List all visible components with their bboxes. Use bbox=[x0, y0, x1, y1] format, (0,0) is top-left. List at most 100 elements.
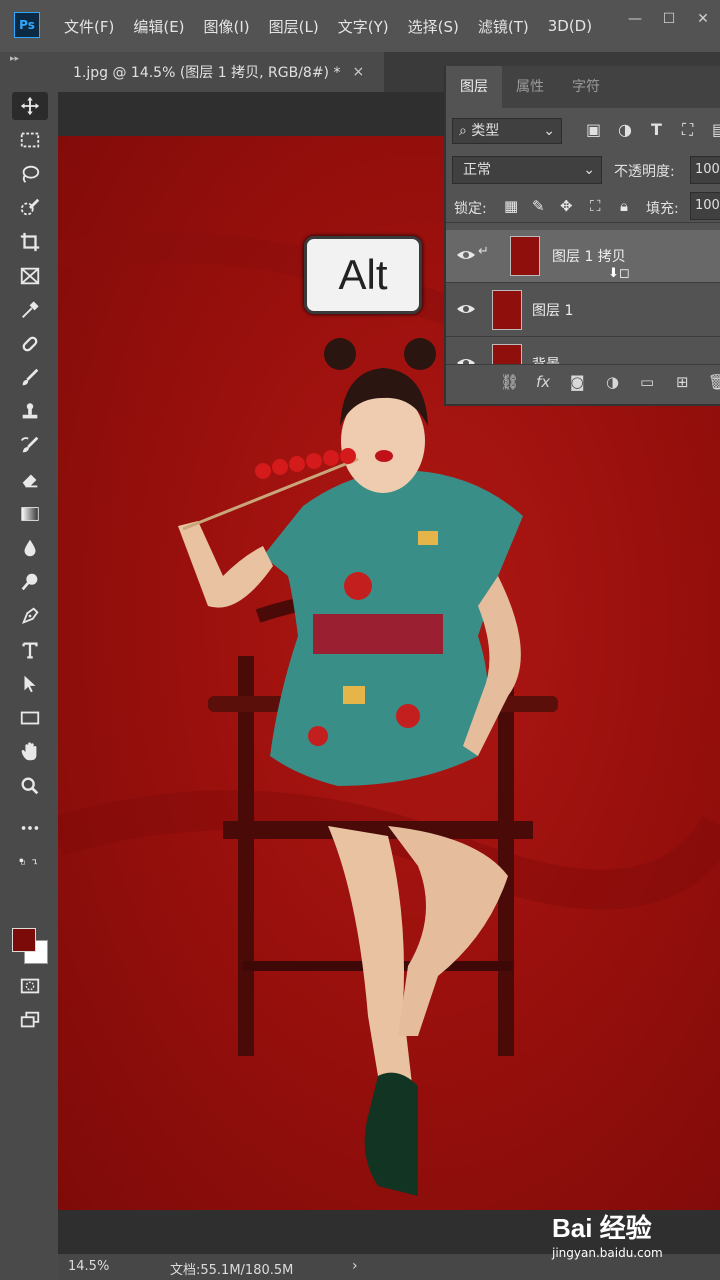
document-tab-title: 1.jpg @ 14.5% (图层 1 拷贝, RGB/8#) * bbox=[73, 65, 341, 81]
layers-panel: 图层 属性 字符 ⌕ 类型 ⌄ ▣ ◑ T ⛶ ▤ 正常 ⌄ 不透明度: 100… bbox=[444, 66, 720, 406]
menu-image[interactable]: 图像(I) bbox=[204, 16, 250, 37]
smart-object-filter-icon[interactable]: ▤ bbox=[712, 120, 720, 139]
maximize-button[interactable]: ☐ bbox=[652, 0, 686, 40]
panel-grip-icon[interactable]: ▸▸ bbox=[10, 54, 19, 64]
layer-thumbnail bbox=[492, 290, 522, 330]
fill-input[interactable]: 100% bbox=[690, 192, 720, 220]
window-controls: — ☐ ✕ bbox=[618, 0, 720, 40]
type-tool-icon[interactable] bbox=[12, 636, 48, 664]
watermark-url: jingyan.baidu.com bbox=[552, 1246, 663, 1260]
quick-select-tool-icon[interactable] bbox=[12, 194, 48, 222]
menu-select[interactable]: 选择(S) bbox=[408, 16, 459, 37]
document-size: 文档:55.1M/180.5M bbox=[170, 1263, 294, 1278]
layer-thumbnail bbox=[510, 236, 540, 276]
layers-panel-footer: ⛓ fx ◙ ◑ ▭ ⊞ 🗑︎ bbox=[446, 364, 720, 399]
brush-tool-icon[interactable] bbox=[12, 364, 48, 392]
menu-filter[interactable]: 滤镜(T) bbox=[478, 16, 529, 37]
swap-colors-icon[interactable] bbox=[6, 848, 52, 876]
baidu-watermark: Bai 经验 jingyan.baidu.com bbox=[552, 1198, 720, 1264]
layer-name[interactable]: 图层 1 bbox=[532, 300, 573, 320]
lock-transparent-icon[interactable]: ▦ bbox=[504, 197, 518, 215]
new-group-icon[interactable]: ▭ bbox=[640, 373, 654, 391]
opacity-label: 不透明度: bbox=[614, 164, 675, 180]
layer-row[interactable]: ↵ 图层 1 拷贝 ⬇︎◻ bbox=[446, 230, 720, 283]
layer-filter-select[interactable]: ⌕ 类型 ⌄ bbox=[452, 118, 562, 144]
menu-layer[interactable]: 图层(L) bbox=[269, 16, 319, 37]
frame-tool-icon[interactable] bbox=[12, 262, 48, 290]
foreground-color-swatch[interactable] bbox=[12, 928, 36, 952]
shape-filter-icon[interactable]: ⛶ bbox=[682, 120, 693, 140]
opacity-input[interactable]: 100% bbox=[690, 156, 720, 184]
menu-type[interactable]: 文字(Y) bbox=[338, 16, 389, 37]
more-tools-icon[interactable] bbox=[12, 814, 48, 842]
filter-value: 类型 bbox=[471, 123, 500, 139]
path-select-tool-icon[interactable] bbox=[12, 670, 48, 698]
image-filter-icon[interactable]: ▣ bbox=[586, 120, 601, 139]
panel-tabs: 图层 属性 字符 bbox=[446, 66, 720, 108]
fx-icon[interactable]: fx bbox=[536, 373, 550, 391]
tab-layers[interactable]: 图层 bbox=[446, 66, 502, 108]
minimize-button[interactable]: — bbox=[618, 0, 652, 40]
dodge-tool-icon[interactable] bbox=[12, 568, 48, 596]
layer-filter-row: ⌕ 类型 ⌄ ▣ ◑ T ⛶ ▤ bbox=[446, 114, 720, 148]
lock-all-icon[interactable]: 🔒︎ bbox=[620, 197, 628, 215]
rectangle-tool-icon[interactable] bbox=[12, 704, 48, 732]
photoshop-logo[interactable]: Ps bbox=[14, 12, 40, 38]
chevron-down-icon: ⌄ bbox=[583, 162, 595, 178]
type-filter-icon[interactable]: T bbox=[651, 120, 662, 139]
search-icon: ⌕ bbox=[459, 123, 472, 139]
crop-tool-icon[interactable] bbox=[12, 228, 48, 256]
eyedropper-tool-icon[interactable] bbox=[12, 296, 48, 324]
link-layers-icon[interactable]: ⛓ bbox=[500, 373, 519, 391]
menu-edit[interactable]: 编辑(E) bbox=[133, 16, 184, 37]
menu-3d[interactable]: 3D(D) bbox=[548, 17, 592, 35]
adjustment-filter-icon[interactable]: ◑ bbox=[618, 120, 632, 139]
layer-row[interactable]: 图层 1 bbox=[446, 284, 720, 337]
lock-artboard-icon[interactable]: ⛶ bbox=[590, 197, 601, 215]
new-layer-icon[interactable]: ⊞ bbox=[676, 373, 689, 391]
blend-mode-value: 正常 bbox=[463, 162, 491, 178]
marquee-tool-icon[interactable] bbox=[12, 126, 48, 154]
pen-tool-icon[interactable] bbox=[12, 602, 48, 630]
chevron-down-icon: ⌄ bbox=[543, 123, 555, 139]
lock-row: 锁定: ▦ ✎ ✥ ⛶ 🔒︎ 填充: 100% bbox=[446, 190, 720, 223]
fill-label: 填充: bbox=[646, 201, 679, 217]
eye-icon[interactable] bbox=[456, 301, 476, 317]
layer-name[interactable]: 图层 1 拷贝 bbox=[552, 246, 626, 266]
quick-mask-icon[interactable] bbox=[12, 972, 48, 1000]
gradient-tool-icon[interactable] bbox=[12, 500, 48, 528]
status-menu-arrow-icon[interactable]: › bbox=[352, 1258, 358, 1274]
adjustment-layer-icon[interactable]: ◑ bbox=[606, 373, 619, 391]
lock-position-icon[interactable]: ✥ bbox=[560, 197, 573, 215]
add-mask-icon[interactable]: ◙ bbox=[570, 373, 585, 391]
screen-mode-icon[interactable] bbox=[12, 1006, 48, 1034]
zoom-tool-icon[interactable] bbox=[12, 772, 48, 800]
close-button[interactable]: ✕ bbox=[686, 0, 720, 40]
clip-arrow-icon: ↵ bbox=[478, 244, 489, 259]
move-tool-icon[interactable] bbox=[12, 92, 48, 120]
lasso-tool-icon[interactable] bbox=[12, 160, 48, 188]
menu-items: 文件(F) 编辑(E) 图像(I) 图层(L) 文字(Y) 选择(S) 滤镜(T… bbox=[64, 0, 611, 52]
blend-mode-select[interactable]: 正常 ⌄ bbox=[452, 156, 602, 184]
close-tab-icon[interactable]: × bbox=[352, 64, 364, 80]
watermark-logo: Bai 经验 bbox=[552, 1213, 652, 1243]
history-brush-tool-icon[interactable] bbox=[12, 432, 48, 460]
eraser-tool-icon[interactable] bbox=[12, 466, 48, 494]
clone-stamp-tool-icon[interactable] bbox=[12, 398, 48, 426]
lock-pixels-icon[interactable]: ✎ bbox=[532, 197, 545, 215]
tools-panel: ▸▸ bbox=[0, 52, 58, 1280]
hand-tool-icon[interactable] bbox=[12, 738, 48, 766]
menu-file[interactable]: 文件(F) bbox=[64, 16, 114, 37]
zoom-level[interactable]: 14.5% bbox=[68, 1259, 109, 1274]
eye-icon[interactable] bbox=[456, 247, 476, 263]
document-tab[interactable]: 1.jpg @ 14.5% (图层 1 拷贝, RGB/8#) * × bbox=[58, 52, 384, 92]
tab-character[interactable]: 字符 bbox=[558, 66, 614, 108]
blur-tool-icon[interactable] bbox=[12, 534, 48, 562]
clip-cursor-icon: ⬇︎◻ bbox=[608, 266, 630, 281]
menu-bar: Ps 文件(F) 编辑(E) 图像(I) 图层(L) 文字(Y) 选择(S) 滤… bbox=[0, 0, 720, 52]
healing-brush-tool-icon[interactable] bbox=[12, 330, 48, 358]
delete-layer-icon[interactable]: 🗑︎ bbox=[708, 373, 720, 391]
blend-row: 正常 ⌄ 不透明度: 100% bbox=[446, 154, 720, 186]
alt-key-overlay: Alt bbox=[304, 236, 422, 314]
tab-properties[interactable]: 属性 bbox=[502, 66, 558, 108]
